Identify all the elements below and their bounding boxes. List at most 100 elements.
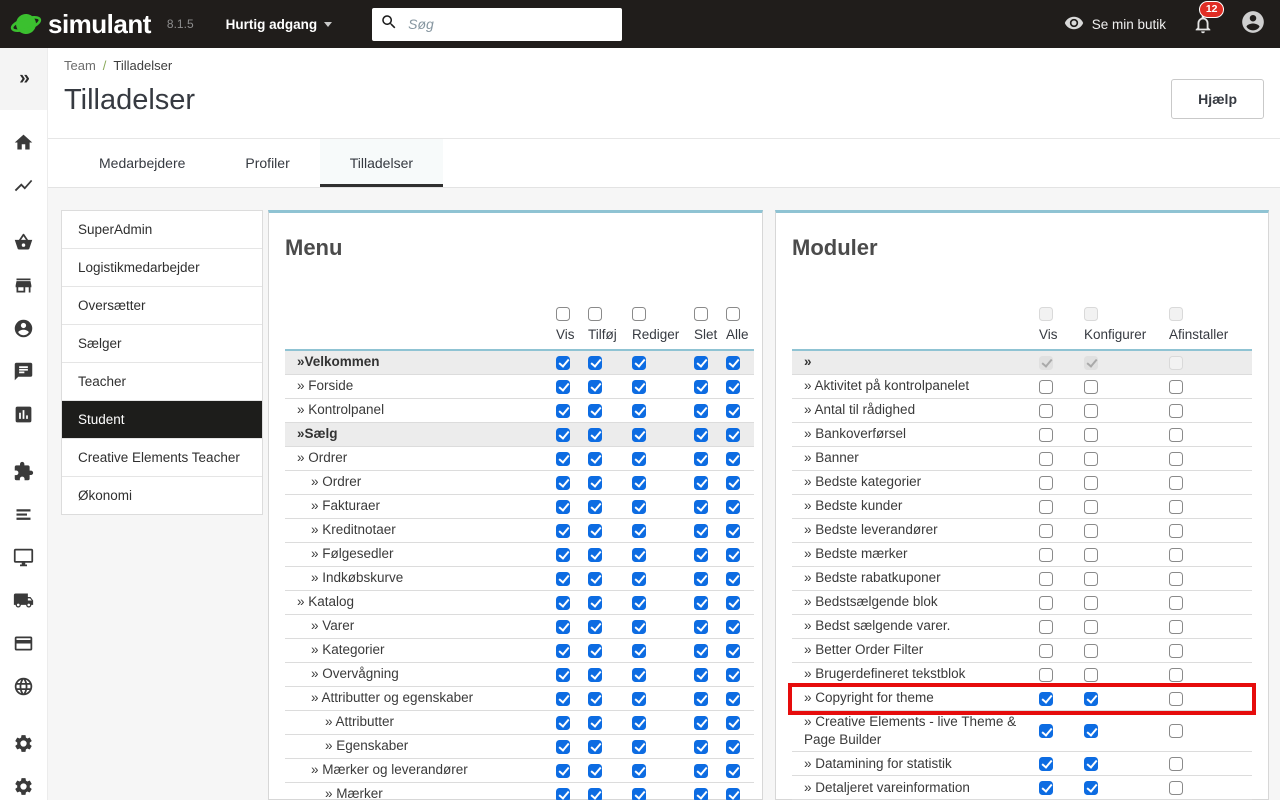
checkbox-konfigurer[interactable] — [1084, 404, 1098, 418]
checkbox-konfigurer[interactable] — [1084, 524, 1098, 538]
checkbox-vis[interactable] — [556, 356, 570, 370]
checkbox-tilføj[interactable] — [588, 644, 602, 658]
profile-item-superadmin[interactable]: SuperAdmin — [62, 211, 262, 249]
checkbox-afinstaller[interactable] — [1169, 596, 1183, 610]
checkbox-konfigurer[interactable] — [1084, 380, 1098, 394]
sidebar-item-bar-chart[interactable] — [0, 393, 47, 436]
checkbox-konfigurer[interactable] — [1084, 476, 1098, 490]
checkbox-vis[interactable] — [556, 476, 570, 490]
checkbox-afinstaller[interactable] — [1169, 500, 1183, 514]
checkbox-alle[interactable] — [726, 452, 740, 466]
sidebar-item-home[interactable] — [0, 121, 47, 164]
checkbox-vis[interactable] — [556, 452, 570, 466]
checkbox-afinstaller[interactable] — [1169, 548, 1183, 562]
checkbox-afinstaller[interactable] — [1169, 644, 1183, 658]
checkbox-slet[interactable] — [694, 692, 708, 706]
view-shop-link[interactable]: Se min butik — [1064, 13, 1166, 36]
checkbox-slet[interactable] — [694, 644, 708, 658]
checkbox-alle[interactable] — [726, 788, 740, 800]
checkbox-tilføj[interactable] — [588, 668, 602, 682]
tab-medarbejdere[interactable]: Medarbejdere — [69, 139, 215, 187]
checkbox-afinstaller[interactable] — [1169, 572, 1183, 586]
checkbox-tilføj[interactable] — [588, 740, 602, 754]
checkbox-vis[interactable] — [1039, 380, 1053, 394]
checkbox-vis[interactable] — [556, 668, 570, 682]
checkbox-konfigurer[interactable] — [1084, 757, 1098, 771]
checkbox-vis[interactable] — [1039, 404, 1053, 418]
checkbox-tilføj[interactable] — [588, 428, 602, 442]
checkbox-tilføj[interactable] — [588, 764, 602, 778]
checkbox-rediger[interactable] — [632, 428, 646, 442]
checkbox-konfigurer[interactable] — [1084, 428, 1098, 442]
avatar[interactable] — [1240, 9, 1266, 40]
checkbox-vis[interactable] — [1039, 668, 1053, 682]
tab-tilladelser[interactable]: Tilladelser — [320, 139, 443, 187]
checkbox-vis[interactable] — [1039, 757, 1053, 771]
checkbox-tilføj[interactable] — [588, 404, 602, 418]
sidebar-item-truck[interactable] — [0, 579, 47, 622]
profile-item--konomi[interactable]: Økonomi — [62, 477, 262, 514]
checkbox-vis[interactable] — [556, 620, 570, 634]
checkbox-slet[interactable] — [694, 764, 708, 778]
checkbox-afinstaller[interactable] — [1169, 724, 1183, 738]
checkbox-vis[interactable] — [1039, 524, 1053, 538]
checkbox-slet[interactable] — [694, 740, 708, 754]
checkbox-alle[interactable] — [726, 764, 740, 778]
checkbox-slet[interactable] — [694, 620, 708, 634]
checkbox-konfigurer[interactable] — [1084, 620, 1098, 634]
checkbox-rediger[interactable] — [632, 668, 646, 682]
checkbox-alle[interactable] — [726, 572, 740, 586]
checkbox-vis[interactable] — [1039, 500, 1053, 514]
checkbox-slet[interactable] — [694, 356, 708, 370]
checkbox-slet[interactable] — [694, 596, 708, 610]
checkbox-alle[interactable] — [726, 548, 740, 562]
checkbox-afinstaller[interactable] — [1169, 380, 1183, 394]
checkbox-konfigurer[interactable] — [1084, 452, 1098, 466]
checkbox-rediger[interactable] — [632, 620, 646, 634]
sidebar-item-storefront[interactable] — [0, 264, 47, 307]
checkbox-rediger[interactable] — [632, 404, 646, 418]
checkbox-afinstaller[interactable] — [1169, 781, 1183, 795]
sidebar-item-gear[interactable] — [0, 765, 47, 800]
checkbox-vis[interactable] — [1039, 781, 1053, 795]
checkbox-afinstaller[interactable] — [1169, 476, 1183, 490]
checkbox-vis[interactable] — [1039, 644, 1053, 658]
checkbox-vis[interactable] — [556, 500, 570, 514]
checkbox-tilføj[interactable] — [588, 356, 602, 370]
checkbox-vis[interactable] — [1039, 596, 1053, 610]
checkbox-vis[interactable] — [1039, 692, 1053, 706]
profile-item-logistikmedarbejder[interactable]: Logistikmedarbejder — [62, 249, 262, 287]
checkbox-vis[interactable] — [556, 524, 570, 538]
checkbox-slet[interactable] — [694, 476, 708, 490]
notifications-button[interactable]: 12 — [1192, 13, 1214, 40]
checkbox-slet[interactable] — [694, 668, 708, 682]
checkbox-slet[interactable] — [694, 452, 708, 466]
sidebar-item-credit-card[interactable] — [0, 622, 47, 665]
checkbox-vis[interactable] — [556, 764, 570, 778]
checkbox-afinstaller[interactable] — [1169, 692, 1183, 706]
checkbox-rediger[interactable] — [632, 788, 646, 800]
checkbox-rediger[interactable] — [632, 596, 646, 610]
checkbox-rediger[interactable] — [632, 716, 646, 730]
checkbox-alle[interactable] — [726, 620, 740, 634]
checkbox-vis[interactable] — [1039, 548, 1053, 562]
checkbox-slet[interactable] — [694, 404, 708, 418]
checkbox-slet[interactable] — [694, 524, 708, 538]
checkbox-rediger[interactable] — [632, 356, 646, 370]
profile-item-student[interactable]: Student — [62, 401, 262, 439]
checkbox-alle[interactable] — [726, 428, 740, 442]
checkbox-vis[interactable] — [556, 788, 570, 800]
checkbox-afinstaller[interactable] — [1169, 428, 1183, 442]
checkbox-konfigurer[interactable] — [1084, 596, 1098, 610]
checkbox-afinstaller[interactable] — [1169, 757, 1183, 771]
search-input[interactable] — [406, 15, 614, 33]
checkbox-konfigurer[interactable] — [1084, 644, 1098, 658]
checkbox-alle[interactable] — [726, 380, 740, 394]
checkbox-alle[interactable] — [726, 668, 740, 682]
checkbox-konfigurer[interactable] — [1084, 668, 1098, 682]
checkbox-konfigurer[interactable] — [1084, 572, 1098, 586]
checkbox-rediger[interactable] — [632, 500, 646, 514]
checkbox-select-all-slet[interactable] — [694, 307, 708, 321]
profile-item-overs-tter[interactable]: Oversætter — [62, 287, 262, 325]
checkbox-vis[interactable] — [1039, 476, 1053, 490]
